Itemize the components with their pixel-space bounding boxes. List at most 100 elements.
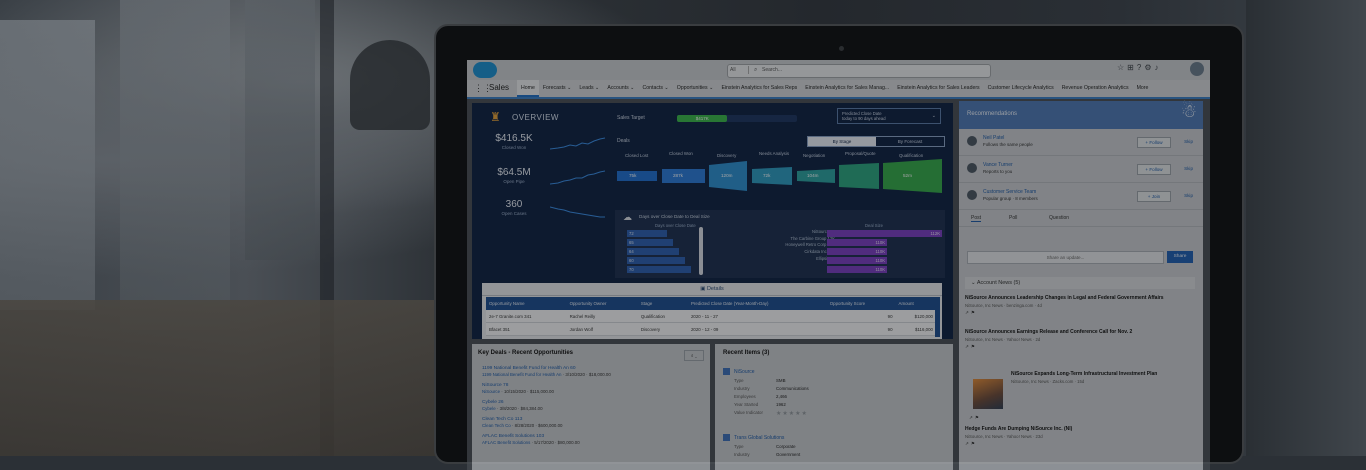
account-link[interactable]: Clean Tech Co: [482, 423, 511, 428]
account-link[interactable]: 1199 National Benefit Fund for Health An: [482, 372, 562, 377]
opportunity-link[interactable]: Clean Tech Co 113: [482, 417, 702, 422]
avatar[interactable]: [967, 136, 977, 146]
column-header[interactable]: Opportunity Owner: [566, 297, 638, 310]
chevron-down-icon[interactable]: ⌄: [663, 85, 668, 91]
chevron-down-icon[interactable]: ⌄: [708, 85, 713, 91]
tab-post[interactable]: Post: [971, 215, 982, 222]
avatar[interactable]: [967, 163, 977, 173]
record-name[interactable]: NiSource: [734, 369, 755, 375]
record-link[interactable]: Trans Global Solutions: [723, 434, 943, 441]
nav-item[interactable]: Opportunities ⌄: [673, 80, 718, 97]
opportunity-meta: · 10/15/2020 · $115,000.00: [500, 389, 554, 394]
table-cell: 90: [826, 310, 896, 323]
news-headline[interactable]: NiSource Announces Earnings Release and …: [965, 329, 1195, 335]
skip-link[interactable]: Skip: [1184, 191, 1193, 200]
news-headline[interactable]: Hedge Funds Are Dumping NiSource Inc. (N…: [965, 426, 1195, 432]
share-update-input[interactable]: Share an update...: [967, 251, 1164, 264]
column-header[interactable]: Stage: [637, 297, 688, 310]
chevron-down-icon[interactable]: ⌄: [594, 85, 599, 91]
rating-stars-icon[interactable]: ★★★★★: [776, 410, 808, 417]
trophy-icon: ♜: [490, 110, 501, 124]
range-slider[interactable]: [699, 227, 703, 275]
column-header[interactable]: Amount: [895, 297, 936, 310]
share-button[interactable]: Share: [1167, 251, 1193, 263]
news-headline[interactable]: NiSource Announces Leadership Changes in…: [965, 295, 1195, 301]
star-icon[interactable]: ☆: [1117, 63, 1127, 72]
search-input[interactable]: All ⌕ Search...: [727, 64, 991, 78]
recommendation-name[interactable]: Neil Patel: [983, 135, 1004, 141]
column-header[interactable]: Opportunity Name: [486, 297, 567, 310]
table-row[interactable]: Bfacet 351 Jordan Wolf Discovery 2020 - 12 …: [486, 322, 936, 336]
table-row[interactable]: 2e-7 Granite.com 341 Rachel Reilly Qualifi…: [486, 310, 936, 323]
avatar[interactable]: [1190, 62, 1204, 76]
record-name[interactable]: Trans Global Solutions: [734, 435, 784, 441]
add-icon[interactable]: ⊞: [1127, 63, 1137, 72]
column-header[interactable]: Opportunity Score: [826, 297, 896, 310]
nav-item[interactable]: Contacts ⌄: [639, 80, 673, 97]
opportunity-link[interactable]: Cybele 26: [482, 400, 702, 405]
nav-item[interactable]: Forecasts ⌄: [539, 80, 576, 97]
field-value: Communications: [776, 386, 809, 391]
skip-link[interactable]: Skip: [1184, 164, 1193, 173]
news-actions[interactable]: ↗⚑: [969, 413, 1199, 421]
search-scope[interactable]: All: [730, 66, 749, 74]
recommendation-name[interactable]: Customer Service Team: [983, 189, 1036, 195]
details-table: Opportunity Name Opportunity Owner Stage Pr…: [486, 297, 936, 336]
opportunity-link[interactable]: AFLAC Benefit Solutions 103: [482, 434, 702, 439]
follow-button[interactable]: + Follow: [1137, 164, 1171, 175]
recommendation-reason: Follows the same people: [983, 142, 1033, 147]
news-actions[interactable]: ↗⚑: [965, 344, 1195, 350]
news-headline[interactable]: NiSource Expands Long-Term Infrastructur…: [1011, 371, 1191, 377]
sales-target-label: Sales Target: [617, 115, 645, 121]
nav-item[interactable]: Revenue Operation Analytics: [1058, 80, 1133, 97]
opportunity-link[interactable]: 1199 National Benefit Fund for Health An…: [482, 366, 702, 371]
tab-poll[interactable]: Poll: [1009, 215, 1017, 221]
account-link[interactable]: NiSource: [482, 389, 500, 394]
funnel-stage-label: Closed Won: [669, 151, 693, 156]
follow-button[interactable]: + Follow: [1137, 137, 1171, 148]
chevron-down-icon[interactable]: ⌄: [629, 85, 634, 91]
chevron-down-icon[interactable]: ⌄: [566, 85, 571, 91]
news-actions[interactable]: ↗⚑: [965, 310, 1195, 316]
details-header[interactable]: ▣ Details: [482, 283, 942, 296]
nav-item[interactable]: Home: [517, 80, 539, 97]
recommendation-name[interactable]: Vance Turner: [983, 162, 1013, 168]
scrollbar[interactable]: [935, 297, 940, 337]
nav-item[interactable]: Accounts ⌄: [603, 80, 638, 97]
avatar[interactable]: [967, 190, 977, 200]
gear-icon[interactable]: ⚙: [1144, 63, 1154, 72]
nav-item[interactable]: Einstein Analytics for Sales Reps: [717, 80, 801, 97]
bell-icon[interactable]: ♪: [1155, 63, 1162, 72]
skip-link[interactable]: Skip: [1184, 137, 1193, 146]
kpi-value: $416.5K: [495, 133, 533, 144]
nav-item-label: Revenue Operation Analytics: [1061, 85, 1129, 91]
news-source: NiSource, Inc News · Zacks.com · 15d: [1011, 379, 1085, 384]
opportunity-link[interactable]: NiSource 78: [482, 383, 702, 388]
days-bar: 70: [627, 266, 691, 273]
kpi-label: Open Cases: [501, 211, 527, 216]
column-header[interactable]: Predicted Close Date (Year-Month-Day): [687, 297, 827, 310]
kpi-value: $64.5M: [497, 167, 531, 178]
account-link[interactable]: AFLAC Benefit Solutions: [482, 440, 530, 445]
nav-item[interactable]: Einstein Analytics for Sales Manag...: [801, 80, 893, 97]
nav-item[interactable]: Leads ⌄: [575, 80, 603, 97]
field-value: 1962: [776, 402, 786, 407]
opportunity-name: NiSource 78: [811, 229, 835, 234]
toggle-by-forecast[interactable]: By Forecast: [876, 137, 944, 146]
news-thumbnail[interactable]: [973, 379, 1003, 409]
nav-item[interactable]: More: [1133, 80, 1153, 97]
overview-dashboard: ♜ OVERVIEW $416.5K Closed Won $64.5M Ope…: [472, 103, 953, 339]
follow-button[interactable]: + Join: [1137, 191, 1171, 202]
record-link[interactable]: NiSource: [723, 368, 943, 375]
toggle-by-stage[interactable]: By Stage: [808, 137, 876, 146]
news-actions[interactable]: ↗⚑: [965, 441, 1195, 447]
account-link[interactable]: Cybele: [482, 406, 496, 411]
tab-question[interactable]: Question: [1049, 215, 1069, 221]
account-news-header[interactable]: ⌄ Account News (5): [965, 277, 1195, 289]
nav-item[interactable]: Einstein Analytics for Sales Leaders: [893, 80, 983, 97]
cloud-logo-icon: [473, 62, 497, 78]
table-cell: Bfacet 351: [486, 322, 567, 336]
close-date-filter[interactable]: Predicted Close Date today to 90 days ah…: [837, 108, 941, 124]
filter-dropdown[interactable]: ⌕ ⌄: [684, 350, 704, 361]
nav-item[interactable]: Customer Lifecycle Analytics: [984, 80, 1058, 97]
